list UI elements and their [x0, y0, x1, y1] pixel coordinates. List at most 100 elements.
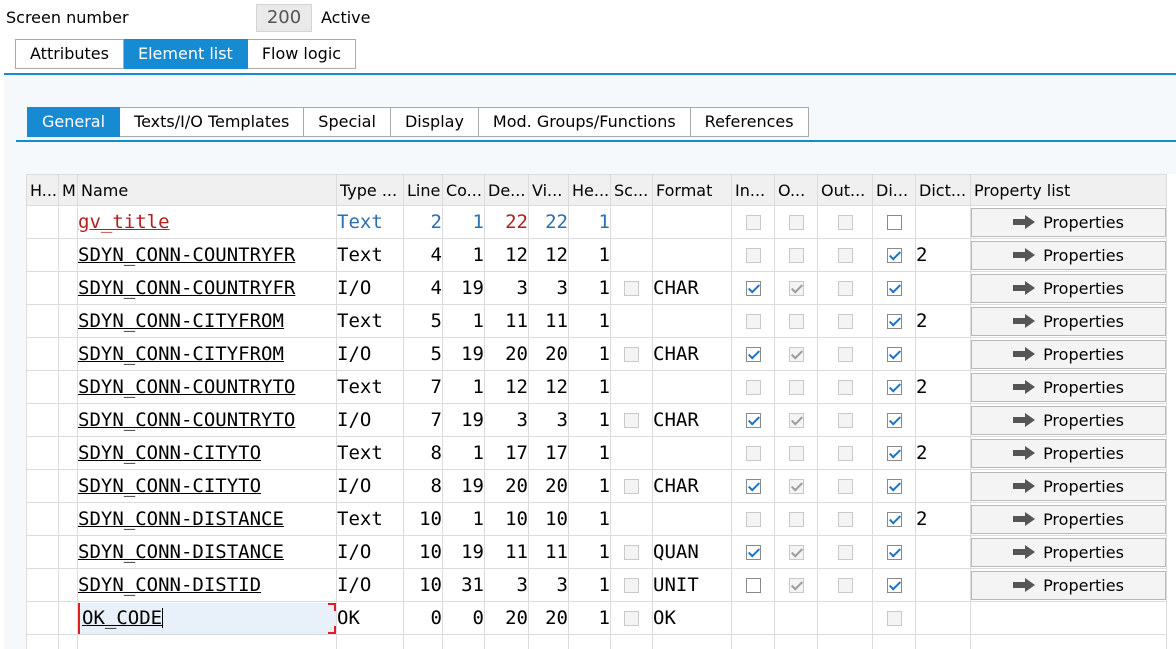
column-header-line[interactable]: Line — [403, 174, 443, 206]
tab-texts-i-o-templates[interactable]: Texts/I/O Templates — [120, 107, 305, 137]
properties-button[interactable]: Properties — [971, 306, 1166, 336]
input-checkbox[interactable] — [745, 248, 761, 263]
column-header-type[interactable]: Type ... — [336, 174, 404, 206]
table-row[interactable]: OK_CODE OK 0 0 20 20 1 OK — [26, 601, 1167, 635]
screen-number-field[interactable]: 200 — [256, 4, 312, 32]
properties-button[interactable]: Properties — [971, 471, 1166, 501]
element-name-cell[interactable]: SDYN_CONN-COUNTRYFR — [77, 271, 337, 305]
properties-button[interactable]: Properties — [971, 438, 1166, 468]
output-checkbox[interactable] — [788, 578, 804, 593]
scrollable-checkbox[interactable] — [624, 413, 639, 428]
column-header-sc[interactable]: Sc... — [610, 174, 653, 206]
table-row[interactable]: SDYN_CONN-COUNTRYTO I/O 7 19 3 3 1 CHAR Properti… — [26, 403, 1167, 437]
element-name-cell[interactable]: OK_CODE — [77, 601, 337, 635]
column-header-di[interactable]: Di... — [872, 174, 916, 206]
properties-button[interactable]: Properties — [971, 570, 1166, 600]
input-checkbox[interactable] — [745, 512, 761, 527]
element-name-cell[interactable]: SDYN_CONN-DISTANCE — [77, 502, 337, 536]
output-only-checkbox[interactable] — [837, 578, 853, 593]
element-name-cell[interactable]: SDYN_CONN-DISTANCE — [77, 535, 337, 569]
output-checkbox[interactable] — [788, 512, 804, 527]
element-name-cell[interactable]: SDYN_CONN-COUNTRYTO — [77, 403, 337, 437]
properties-button[interactable]: Properties — [971, 372, 1166, 402]
output-only-checkbox[interactable] — [837, 479, 853, 494]
table-row[interactable]: SDYN_CONN-CITYTO Text 8 1 17 17 1 2 Properties — [26, 436, 1167, 470]
element-name-cell[interactable]: SDYN_CONN-DISTID — [77, 568, 337, 602]
properties-button[interactable]: Properties — [971, 240, 1166, 270]
input-checkbox[interactable] — [745, 578, 761, 593]
tab-mod-groups-functions[interactable]: Mod. Groups/Functions — [478, 107, 691, 137]
scrollable-checkbox[interactable] — [624, 281, 639, 296]
table-row[interactable]: SDYN_CONN-DISTANCE Text 10 1 10 10 1 2 Propertie… — [26, 502, 1167, 536]
dict-field-checkbox[interactable] — [886, 347, 902, 362]
properties-button[interactable]: Properties — [971, 339, 1166, 369]
element-name-cell[interactable]: SDYN_CONN-CITYFROM — [77, 337, 337, 371]
output-checkbox[interactable] — [788, 446, 804, 461]
column-header-h[interactable]: H... — [26, 174, 59, 206]
column-header-property-list[interactable]: Property list — [970, 174, 1167, 206]
dict-field-checkbox[interactable] — [886, 413, 902, 428]
dict-field-checkbox[interactable] — [886, 281, 902, 296]
row-selector[interactable] — [26, 568, 59, 602]
column-header-co[interactable]: Co... — [442, 174, 485, 206]
row-selector[interactable] — [26, 238, 59, 272]
dict-field-checkbox[interactable] — [886, 248, 902, 263]
ok-code-input[interactable]: OK_CODE — [78, 602, 336, 634]
properties-button[interactable]: Properties — [971, 405, 1166, 435]
element-name-cell[interactable]: SDYN_CONN-CITYTO — [77, 436, 337, 470]
element-name-cell[interactable]: gv_title — [77, 205, 337, 239]
row-selector[interactable] — [26, 403, 59, 437]
column-header-vi[interactable]: Vi... — [528, 174, 569, 206]
column-header-he[interactable]: He... — [568, 174, 611, 206]
table-row[interactable]: SDYN_CONN-DISTID I/O 10 31 3 3 1 UNIT Properties — [26, 568, 1167, 602]
tab-references[interactable]: References — [690, 107, 809, 137]
dict-field-checkbox[interactable] — [886, 512, 902, 527]
dict-field-checkbox[interactable] — [886, 479, 902, 494]
scrollable-checkbox[interactable] — [624, 479, 639, 494]
dict-field-checkbox[interactable] — [886, 578, 902, 593]
column-header-de[interactable]: De... — [484, 174, 529, 206]
column-header-format[interactable]: Format — [652, 174, 732, 206]
output-checkbox[interactable] — [788, 281, 804, 296]
element-name-cell[interactable]: SDYN_CONN-COUNTRYFR — [77, 238, 337, 272]
tab-special[interactable]: Special — [304, 107, 391, 137]
row-selector[interactable] — [26, 436, 59, 470]
tab-element-list[interactable]: Element list — [123, 39, 248, 69]
table-row[interactable]: SDYN_CONN-COUNTRYFR Text 4 1 12 12 1 2 Propertie… — [26, 238, 1167, 272]
output-only-checkbox[interactable] — [837, 380, 853, 395]
element-name-cell[interactable]: SDYN_CONN-CITYFROM — [77, 304, 337, 338]
input-checkbox[interactable] — [745, 479, 761, 494]
output-only-checkbox[interactable] — [837, 248, 853, 263]
output-checkbox[interactable] — [788, 413, 804, 428]
table-row[interactable]: SDYN_CONN-CITYFROM Text 5 1 11 11 1 2 Properties — [26, 304, 1167, 338]
column-header-name[interactable]: Name — [77, 174, 337, 206]
table-row[interactable]: SDYN_CONN-CITYFROM I/O 5 19 20 20 1 CHAR Propert… — [26, 337, 1167, 371]
output-only-checkbox[interactable] — [837, 446, 853, 461]
column-header-m[interactable]: M — [58, 174, 78, 206]
output-checkbox[interactable] — [788, 347, 804, 362]
output-checkbox[interactable] — [788, 248, 804, 263]
element-name-cell[interactable]: SDYN_CONN-COUNTRYTO — [77, 370, 337, 404]
table-row[interactable]: SDYN_CONN-COUNTRYTO Text 7 1 12 12 1 2 Propertie… — [26, 370, 1167, 404]
output-only-checkbox[interactable] — [837, 314, 853, 329]
output-only-checkbox[interactable] — [837, 215, 853, 230]
row-selector[interactable] — [26, 271, 59, 305]
output-checkbox[interactable] — [788, 314, 804, 329]
table-row[interactable]: gv_title Text 2 1 22 22 1 Properties — [26, 205, 1167, 239]
row-selector[interactable] — [26, 337, 59, 371]
output-checkbox[interactable] — [788, 380, 804, 395]
dict-field-checkbox[interactable] — [886, 380, 902, 395]
tab-general[interactable]: General — [27, 107, 121, 137]
input-checkbox[interactable] — [745, 380, 761, 395]
row-selector[interactable] — [26, 469, 59, 503]
dict-field-checkbox[interactable] — [886, 446, 902, 461]
table-row[interactable]: SDYN_CONN-CITYTO I/O 8 19 20 20 1 CHAR Propertie… — [26, 469, 1167, 503]
output-checkbox[interactable] — [788, 545, 804, 560]
tab-display[interactable]: Display — [390, 107, 479, 137]
scrollable-checkbox[interactable] — [624, 545, 639, 560]
input-checkbox[interactable] — [745, 314, 761, 329]
table-row[interactable]: SDYN_CONN-COUNTRYFR I/O 4 19 3 3 1 CHAR Properti… — [26, 271, 1167, 305]
row-selector[interactable] — [26, 502, 59, 536]
output-only-checkbox[interactable] — [837, 413, 853, 428]
dict-field-checkbox[interactable] — [886, 314, 902, 329]
